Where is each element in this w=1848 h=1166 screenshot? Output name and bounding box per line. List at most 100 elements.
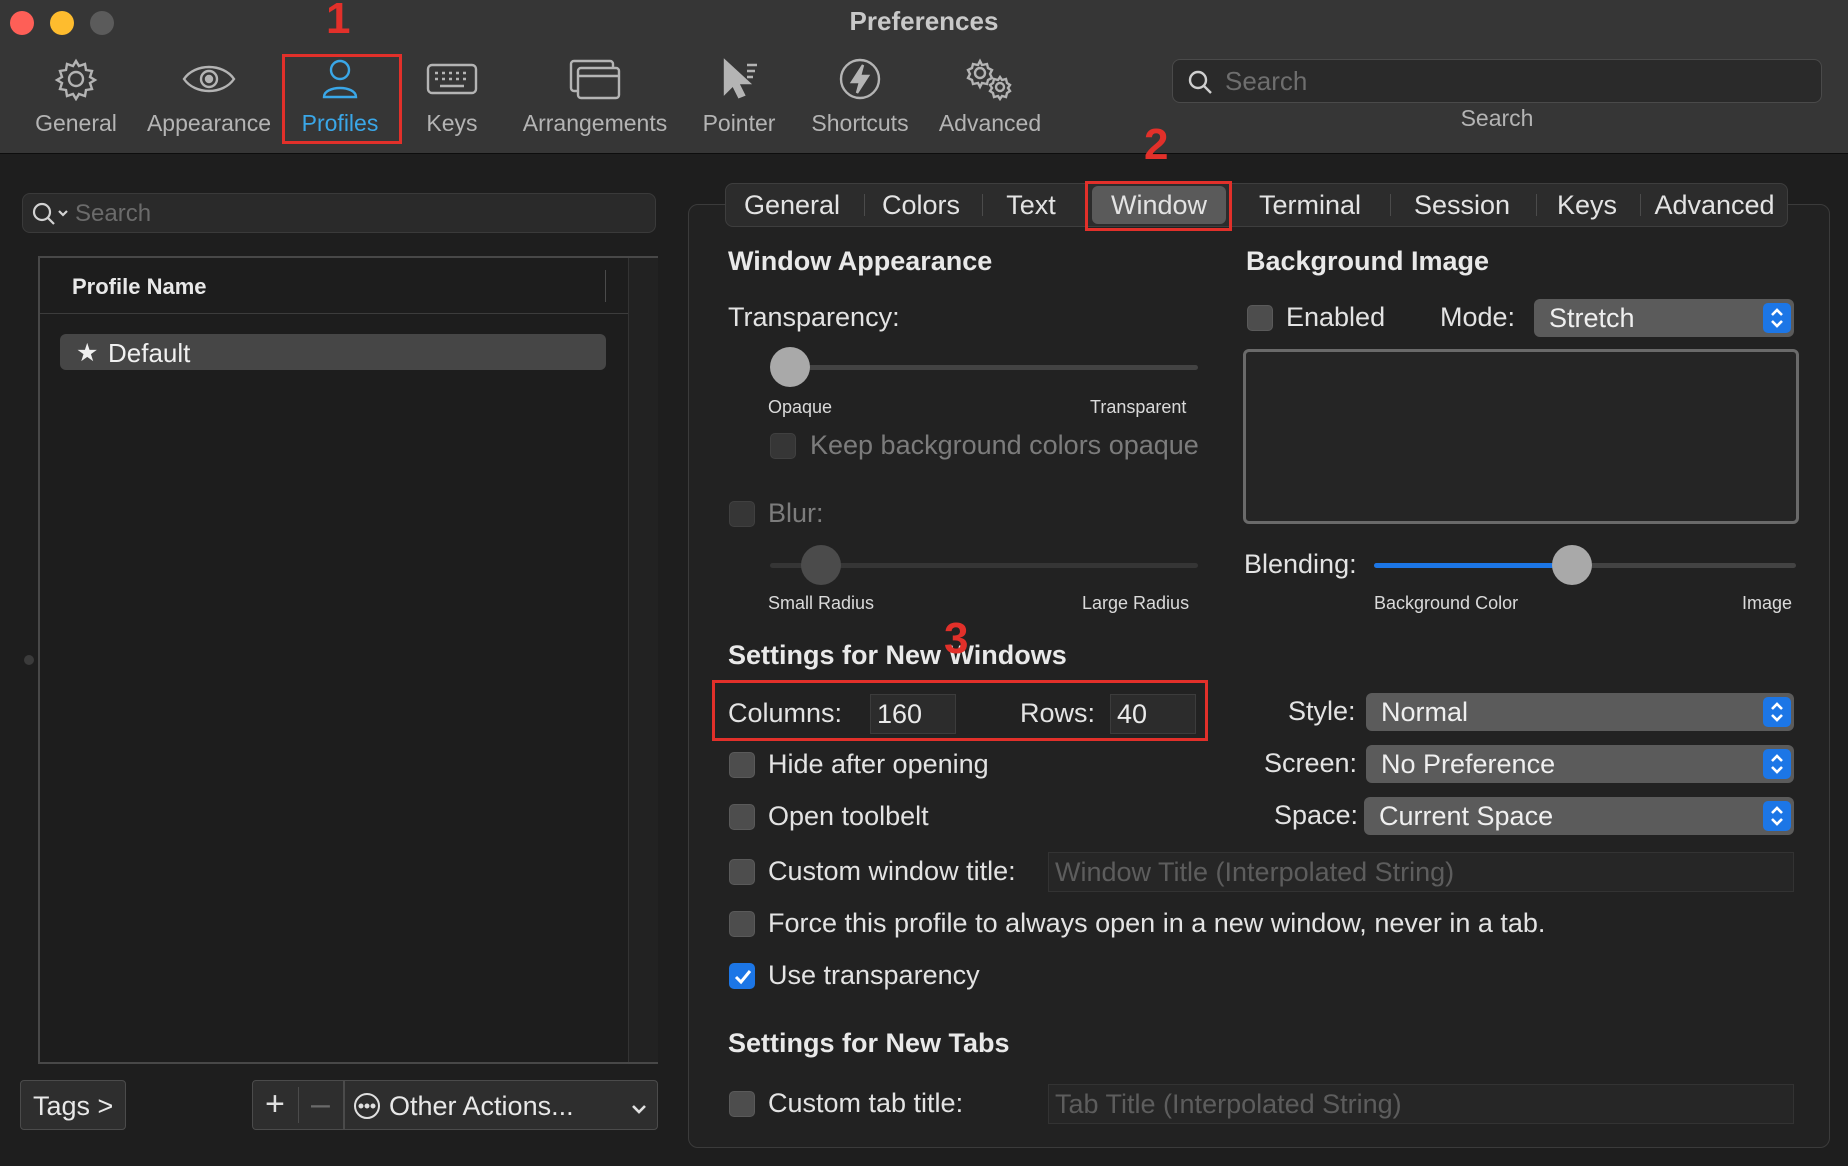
profile-search-input[interactable] <box>75 199 635 229</box>
preferences-search-field[interactable] <box>1172 59 1822 103</box>
profile-row-default[interactable]: ★ Default <box>60 334 606 370</box>
tab-keys[interactable]: Keys <box>1538 184 1636 226</box>
profile-search-field[interactable] <box>22 193 656 233</box>
blending-slider-fill <box>1374 563 1573 568</box>
tab-text[interactable]: Text <box>984 184 1078 226</box>
transparency-slider-track[interactable] <box>770 365 1198 370</box>
toolbar-general[interactable]: General <box>30 54 122 144</box>
use-transparency-checkbox[interactable] <box>729 963 755 989</box>
image-label: Image <box>1742 593 1793 613</box>
other-actions-button[interactable]: Other Actions... <box>344 1080 658 1130</box>
tab-colors[interactable]: Colors <box>866 184 976 226</box>
space-value: Current Space <box>1379 801 1554 831</box>
eye-icon <box>181 59 237 105</box>
screen-popup[interactable]: No Preference <box>1366 745 1794 783</box>
window-title-input[interactable] <box>1055 853 1793 892</box>
background-color-label: Background Color <box>1374 593 1519 613</box>
search-caption: Search <box>1460 105 1534 131</box>
toolbar-shortcuts-label: Shortcuts <box>811 110 909 136</box>
small-radius-label: Small Radius <box>768 593 875 613</box>
remove-profile-button[interactable]: – <box>311 1085 330 1124</box>
tab-terminal[interactable]: Terminal <box>1234 184 1386 226</box>
lightning-icon <box>838 57 882 107</box>
window-title: Preferences <box>849 6 999 36</box>
toolbar-appearance[interactable]: Appearance <box>144 54 274 144</box>
background-image-well[interactable] <box>1243 349 1799 524</box>
transparency-label: Transparency: <box>728 302 900 332</box>
mode-popup[interactable]: Stretch <box>1534 299 1794 337</box>
updown-arrows-icon <box>1763 303 1791 333</box>
tab-general[interactable]: General <box>726 184 858 226</box>
add-profile-button[interactable]: + <box>265 1085 285 1124</box>
pointer-icon <box>717 57 761 107</box>
updown-arrows-icon <box>1763 697 1791 727</box>
space-popup[interactable]: Current Space <box>1364 797 1794 835</box>
chevron-down-icon <box>629 1095 649 1126</box>
background-image-title: Background Image <box>1246 246 1490 276</box>
ellipsis-circle-icon <box>353 1092 381 1127</box>
custom-window-title-label: Custom window title: <box>768 856 1016 886</box>
custom-tab-title-label: Custom tab title: <box>768 1088 964 1118</box>
add-remove-profile-buttons: + – <box>252 1080 344 1130</box>
gear-icon <box>54 57 98 107</box>
toolbar-keys-label: Keys <box>426 110 478 136</box>
hide-after-opening-checkbox[interactable] <box>729 752 755 778</box>
toolbar-advanced-label: Advanced <box>938 110 1042 136</box>
screen-value: No Preference <box>1381 749 1556 779</box>
annotation-number-2: 2 <box>1144 120 1169 169</box>
star-icon: ★ <box>76 339 99 367</box>
keep-bg-opaque-checkbox[interactable] <box>770 433 796 459</box>
annotation-box-profiles <box>282 54 402 144</box>
opaque-label: Opaque <box>768 397 833 417</box>
space-label: Space: <box>1274 800 1359 830</box>
style-popup[interactable]: Normal <box>1366 693 1794 731</box>
toolbar-shortcuts[interactable]: Shortcuts <box>808 54 912 144</box>
toolbar-keys[interactable]: Keys <box>408 54 496 144</box>
toolbar-pointer[interactable]: Pointer <box>700 54 778 144</box>
tags-button[interactable]: Tags > <box>20 1080 126 1130</box>
annotation-box-window-tab <box>1085 181 1232 231</box>
search-icon <box>31 201 71 232</box>
bg-image-enabled-checkbox[interactable] <box>1247 305 1273 331</box>
profile-list: Profile Name ★ Default <box>38 256 658 1064</box>
preferences-search-input[interactable] <box>1225 66 1805 96</box>
blur-label: Blur: <box>768 498 824 528</box>
large-radius-label: Large Radius <box>1082 593 1190 613</box>
profile-list-header[interactable]: Profile Name <box>40 258 628 314</box>
toolbar-general-label: General <box>35 110 117 136</box>
profile-name-column-header[interactable]: Profile Name <box>72 274 207 300</box>
window-title-field[interactable] <box>1048 852 1794 892</box>
tab-advanced[interactable]: Advanced <box>1642 184 1787 226</box>
style-value: Normal <box>1381 697 1469 727</box>
toolbar-advanced[interactable]: Advanced <box>936 54 1044 144</box>
updown-arrows-icon <box>1763 749 1791 779</box>
toolbar-arrangements[interactable]: Arrangements <box>520 54 670 144</box>
keyboard-icon <box>426 62 478 102</box>
profile-tabs: General Colors Text Window Terminal Sess… <box>725 183 1788 227</box>
custom-window-title-checkbox[interactable] <box>729 859 755 885</box>
checkmark-icon <box>734 970 752 985</box>
mode-label: Mode: <box>1440 302 1516 332</box>
custom-tab-title-checkbox[interactable] <box>729 1091 755 1117</box>
blur-slider-knob[interactable] <box>801 545 842 585</box>
tab-title-field[interactable] <box>1048 1084 1794 1124</box>
updown-arrows-icon <box>1763 801 1791 831</box>
other-actions-label: Other Actions... <box>389 1091 574 1121</box>
force-new-window-label: Force this profile to always open in a n… <box>768 908 1546 938</box>
profile-list-scrollbar[interactable] <box>628 258 658 1062</box>
transparent-label: Transparent <box>1090 397 1187 417</box>
tab-session[interactable]: Session <box>1392 184 1532 226</box>
window-appearance-title: Window Appearance <box>728 246 993 276</box>
toolbar-arrangements-label: Arrangements <box>522 110 668 136</box>
transparency-slider-knob[interactable] <box>770 347 810 387</box>
hide-after-opening-label: Hide after opening <box>768 749 989 779</box>
split-handle[interactable] <box>24 655 34 665</box>
blur-checkbox[interactable] <box>729 501 755 527</box>
open-toolbelt-checkbox[interactable] <box>729 804 755 830</box>
annotation-number-1: 1 <box>326 0 351 43</box>
tab-title-input[interactable] <box>1055 1085 1793 1124</box>
force-new-window-checkbox[interactable] <box>729 911 755 937</box>
mode-value: Stretch <box>1549 303 1635 333</box>
blending-label: Blending: <box>1244 549 1357 579</box>
keep-bg-opaque-label: Keep background colors opaque <box>810 430 1199 460</box>
